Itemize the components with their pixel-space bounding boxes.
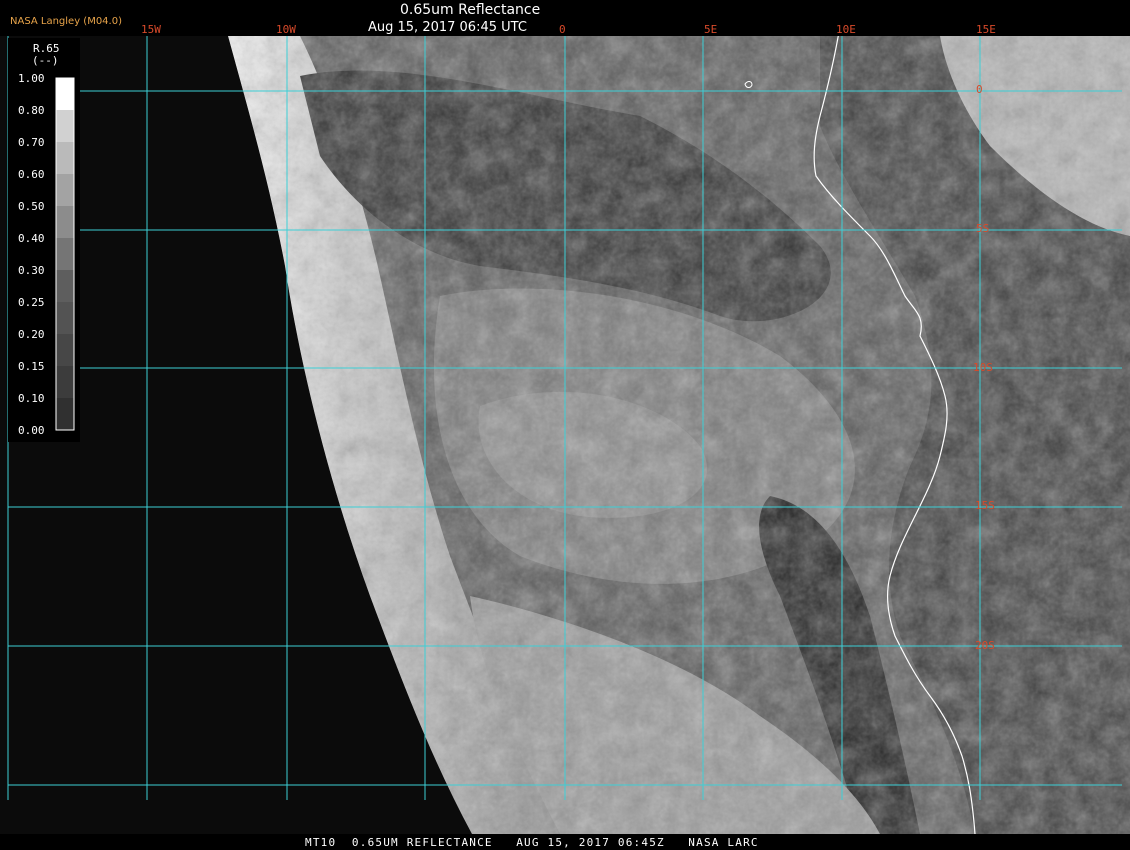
producer-label: NASA Langley (M04.0) [10,16,122,27]
lon-label-10e: 10E [836,23,856,36]
lat-label-15s: 15S [975,499,995,512]
reflectance-image [0,36,1130,834]
image-datetime: Aug 15, 2017 06:45 UTC [368,20,527,35]
reflectance-map [0,36,1130,834]
legend-tick-label: 0.15 [18,360,45,373]
lon-label-15e: 15E [976,23,996,36]
lat-label-10s: 10S [973,361,993,374]
lon-label-10w: 10W [276,23,296,36]
footer-bar: MT10 0.65UM REFLECTANCE AUG 15, 2017 06:… [0,834,1130,850]
legend-tick-label: 0.10 [18,392,45,405]
lat-label-20s: 20S [975,639,995,652]
legend-tick-label: 0.70 [18,136,45,149]
lat-label-0: 0 [976,83,983,96]
legend-tick-label: 0.50 [18,200,45,213]
legend-tick-label: 0.40 [18,232,45,245]
image-title: 0.65um Reflectance [400,2,541,18]
satellite-image-viewer: 0.65um Reflectance Aug 15, 2017 06:45 UT… [0,0,1130,850]
color-legend: R.65 (--) 1.00 0.80 0.70 0.60 0.50 0.40 0.30 0.… [8,38,80,442]
legend-tick-label: 0.80 [18,104,45,117]
legend-tick-labels: 1.00 0.80 0.70 0.60 0.50 0.40 0.30 0.25 0.20 0.15… [8,38,80,442]
footer-caption: MT10 0.65UM REFLECTANCE AUG 15, 2017 06:… [305,836,759,849]
lon-label-15w: 15W [141,23,161,36]
legend-tick-label: 0.30 [18,264,45,277]
legend-tick-label: 0.00 [18,424,45,437]
legend-tick-label: 0.25 [18,296,45,309]
lat-label-5s: 5S [976,222,990,235]
lon-label-0: 0 [559,23,566,36]
legend-tick-label: 0.20 [18,328,45,341]
legend-tick-label: 0.60 [18,168,45,181]
legend-tick-label: 1.00 [18,72,45,85]
lon-label-5e: 5E [704,23,718,36]
